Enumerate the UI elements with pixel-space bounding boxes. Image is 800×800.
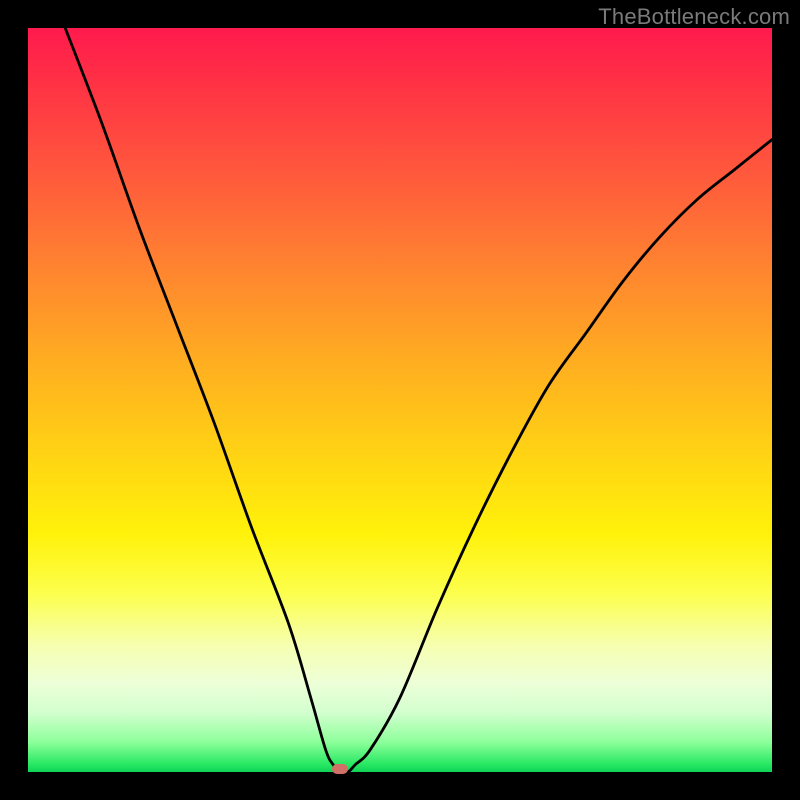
minimum-marker xyxy=(332,764,348,774)
plot-area xyxy=(28,28,772,772)
curve-path xyxy=(65,28,772,773)
chart-frame: TheBottleneck.com xyxy=(0,0,800,800)
watermark-text: TheBottleneck.com xyxy=(598,4,790,30)
bottleneck-curve xyxy=(28,28,772,772)
